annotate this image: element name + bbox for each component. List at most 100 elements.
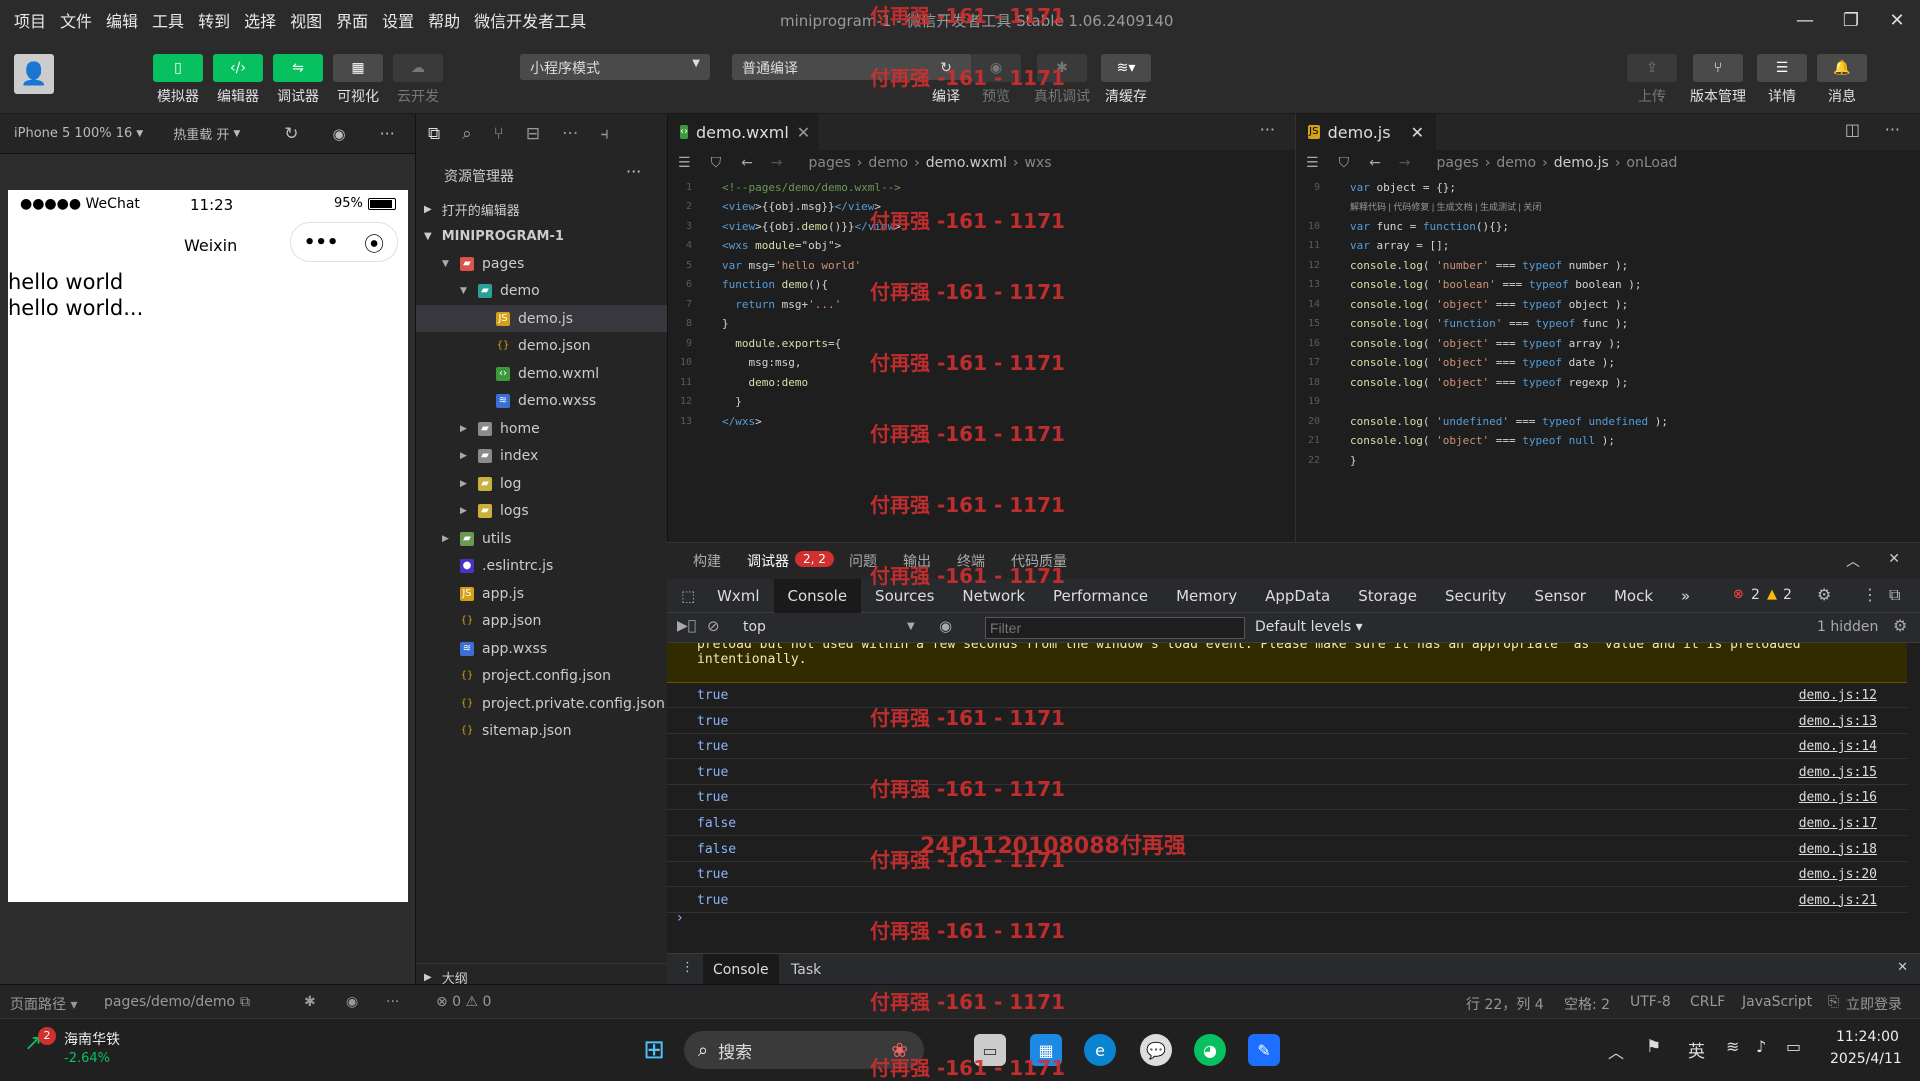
indent-setting[interactable]: 空格: 2 [1564, 994, 1610, 1014]
menu-item[interactable]: 工具 [152, 8, 184, 32]
drawer-tab-console[interactable]: Console [703, 954, 779, 986]
eye-icon[interactable]: ◉ [939, 617, 952, 635]
back-icon[interactable]: ← [741, 155, 753, 171]
upload-button[interactable]: ⇪ 上传 [1624, 54, 1680, 106]
log-source-link[interactable]: demo.js:17 [1799, 816, 1877, 831]
devtools-tab[interactable]: Mock [1600, 579, 1667, 613]
crumb-symbol[interactable]: wxs [1025, 155, 1052, 171]
devtools-tab[interactable]: Security [1431, 579, 1521, 613]
log-source-link[interactable]: demo.js:13 [1799, 714, 1877, 729]
inspect-icon[interactable]: ⬚ [681, 587, 695, 605]
chat-icon[interactable]: 💬 [1140, 1034, 1172, 1066]
crumb-demo[interactable]: demo [1496, 155, 1536, 171]
menu-item[interactable]: 编辑 [106, 8, 138, 32]
tree-item[interactable]: ▼ ▰ pages [416, 250, 668, 277]
close-drawer-icon[interactable]: ✕ [1897, 960, 1908, 975]
list-icon[interactable]: ☰ [678, 155, 691, 171]
mode-select[interactable]: 小程序模式 ▼ [520, 54, 710, 80]
menu-item[interactable]: 转到 [198, 8, 230, 32]
wechat-icon[interactable]: ◕ [1194, 1034, 1226, 1066]
gear-icon[interactable]: ⚙ [1817, 585, 1831, 604]
tree-item[interactable]: ▶ ▰ index [416, 443, 668, 470]
devtools-tab[interactable]: Wxml [703, 579, 774, 613]
avatar[interactable]: 👤 [14, 54, 54, 94]
devtools-tab[interactable]: AppData [1251, 579, 1344, 613]
tree-item[interactable]: {} sitemap.json [416, 718, 668, 745]
dock-icon[interactable]: ⧉ [1889, 585, 1900, 605]
simulator-button[interactable]: ▯ 模拟器 [150, 54, 206, 106]
cursor-position[interactable]: 行 22，列 4 [1466, 994, 1544, 1014]
close-capsule-icon[interactable]: ⦿ [364, 228, 384, 257]
stock-name[interactable]: 海南华铁 [64, 1029, 120, 1049]
menu-item[interactable]: 选择 [244, 8, 276, 32]
forward-icon[interactable]: → [1399, 155, 1411, 171]
menu-item[interactable]: 微信开发者工具 [474, 8, 586, 32]
visual-button[interactable]: ▦ 可视化 [330, 54, 386, 106]
tree-item[interactable]: ▶ ▰ logs [416, 498, 668, 525]
devtools-tab[interactable]: Storage [1344, 579, 1431, 613]
crumb-file[interactable]: demo.js [1554, 155, 1609, 171]
tree-item[interactable]: ▶ ▰ log [416, 470, 668, 497]
eye-icon[interactable]: ◉ [346, 994, 358, 1010]
clear-cache-button[interactable]: ≋▾ 清缓存 [1098, 54, 1154, 106]
tree-item[interactable]: {} demo.json [416, 333, 668, 360]
files-icon[interactable]: ⧉ [428, 124, 440, 144]
log-source-link[interactable]: demo.js:16 [1799, 790, 1877, 805]
more-icon[interactable]: ··· [1885, 120, 1900, 139]
forward-icon[interactable]: → [771, 155, 783, 171]
clock-time[interactable]: 11:24:00 [1836, 1029, 1899, 1045]
list-icon[interactable]: ☰ [1306, 155, 1319, 171]
tree-item[interactable]: {} app.json [416, 608, 668, 635]
more-icon[interactable]: ··· [380, 124, 395, 143]
tab-demo-wxml[interactable]: ‹› demo.wxml ✕ [668, 114, 818, 150]
error-count[interactable]: 2 [1751, 587, 1760, 603]
filter-input[interactable] [985, 617, 1245, 639]
menu-item[interactable]: 文件 [60, 8, 92, 32]
more-icon[interactable]: ••• [304, 232, 339, 253]
tree-item[interactable]: ▼ ▰ demo [416, 278, 668, 305]
battery-icon[interactable]: ▭ [1786, 1037, 1801, 1056]
kebab-icon[interactable]: ⋮ [1862, 585, 1878, 604]
extension-icon[interactable]: ⊟ [526, 124, 540, 144]
wifi-icon[interactable]: ≋ [1726, 1037, 1739, 1056]
more-icon[interactable]: ··· [386, 994, 399, 1010]
menu-item[interactable]: 设置 [382, 8, 414, 32]
log-source-link[interactable]: demo.js:12 [1799, 688, 1877, 703]
devtools-tab[interactable]: Console [773, 578, 862, 613]
root-section[interactable]: ▼ MINIPROGRAM-1 [416, 223, 668, 250]
log-source-link[interactable]: demo.js:21 [1799, 893, 1877, 908]
codelens[interactable]: 解释代码 | 代码修复 | 生成文档 | 生成测试 | 关闭 [1350, 200, 1541, 213]
more-icon[interactable]: ··· [1260, 120, 1275, 139]
login-link[interactable]: 立即登录 [1846, 994, 1902, 1014]
log-source-link[interactable]: demo.js:20 [1799, 867, 1877, 882]
menu-item[interactable]: 帮助 [428, 8, 460, 32]
tree-item[interactable]: {} project.config.json [416, 663, 668, 690]
drawer-tab-task[interactable]: Task [791, 954, 821, 986]
ime-indicator[interactable]: 英 [1688, 1037, 1705, 1062]
tree-item[interactable]: JS demo.js [416, 305, 668, 332]
debugger-button[interactable]: ⇋ 调试器 [270, 54, 326, 106]
bookmark-icon[interactable]: ⛉ [1339, 155, 1350, 171]
tree-item[interactable]: ▶ ▰ utils [416, 525, 668, 552]
devtools-tab[interactable]: Memory [1162, 579, 1251, 613]
log-source-link[interactable]: demo.js:18 [1799, 842, 1877, 857]
version-button[interactable]: ⑂ 版本管理 [1688, 54, 1748, 106]
hot-reload-toggle[interactable]: 热重载 开 [173, 124, 229, 143]
more-icon[interactable]: ··· [562, 124, 578, 144]
encoding[interactable]: UTF-8 [1630, 994, 1671, 1010]
crumb-file[interactable]: demo.wxml [926, 155, 1007, 171]
sidebar-toggle-icon[interactable]: ▶⃞ [677, 618, 696, 634]
log-source-link[interactable]: demo.js:14 [1799, 739, 1877, 754]
chevron-up-icon[interactable]: ︿ [1846, 551, 1860, 571]
copy-icon[interactable]: ⧉ [240, 994, 250, 1010]
devtools-app-icon[interactable]: ✎ [1248, 1034, 1280, 1066]
collapse-panel-icon[interactable]: ⫞ [600, 124, 609, 144]
pin-icon[interactable]: ⚑ [1646, 1037, 1661, 1057]
crumb-symbol[interactable]: onLoad [1626, 155, 1677, 171]
panel-tab[interactable]: 构建 [693, 551, 721, 571]
menu-item[interactable]: 视图 [290, 8, 322, 32]
bookmark-icon[interactable]: ⛉ [711, 155, 722, 171]
panel-tab[interactable]: 调试器 [747, 551, 789, 571]
language-mode[interactable]: JavaScript [1742, 994, 1812, 1010]
devtools-tab[interactable]: Sensor [1521, 579, 1600, 613]
